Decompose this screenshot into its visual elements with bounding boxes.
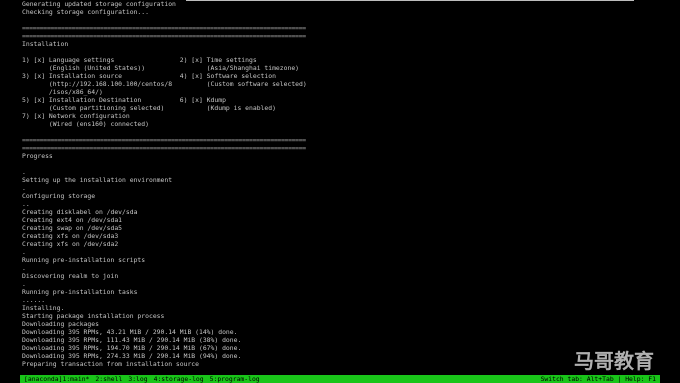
console-line: Downloading 395 RPMs, 194.70 MiB / 290.1… xyxy=(22,344,242,352)
tab-main[interactable]: [anaconda]1:main* xyxy=(24,375,89,383)
console-line: ========================================… xyxy=(22,32,306,40)
console-line: Progress xyxy=(22,152,53,160)
terminal-screen: Generating updated storage configuration… xyxy=(0,0,680,383)
console-line: Downloading packages xyxy=(22,320,99,328)
tab-storage-log[interactable]: 4:storage-log xyxy=(154,375,204,383)
console-line: Installing. xyxy=(22,304,65,312)
console-line: ...... xyxy=(22,296,46,304)
console-line: /isos/x86_64/) xyxy=(22,88,103,96)
console-line: . xyxy=(22,264,26,272)
watermark: 马哥教育 xyxy=(574,349,654,373)
console-line: (http://192.168.100.100/centos/8 (Custom… xyxy=(22,80,307,88)
console-line: . xyxy=(22,168,26,176)
tab-program-log[interactable]: 5:program-log xyxy=(210,375,260,383)
console-line: Creating disklabel on /dev/sda xyxy=(22,208,138,216)
keyboard-hint: Switch tab: Alt+Tab | Help: F1 xyxy=(540,375,656,383)
console-line: Checking storage configuration... xyxy=(22,8,149,16)
console-line: . xyxy=(22,280,26,288)
console-line: Generating updated storage configuration xyxy=(22,0,176,8)
console-line: . xyxy=(22,184,26,192)
console-line: Creating ext4 on /dev/sda1 xyxy=(22,216,123,224)
watermark-text: 马哥教育 xyxy=(574,349,654,373)
console-line: ========================================… xyxy=(22,24,306,32)
console-line: ========================================… xyxy=(22,144,306,152)
console-line: Running pre-installation scripts xyxy=(22,256,146,264)
console-line: Downloading 395 RPMs, 274.33 MiB / 290.1… xyxy=(22,352,242,360)
console-line: Creating xfs on /dev/sda2 xyxy=(22,240,119,248)
console-line: Creating xfs on /dev/sda3 xyxy=(22,232,119,240)
console-line: Creating swap on /dev/sda5 xyxy=(22,224,123,232)
console-line: (Wired (ens160) connected) xyxy=(22,120,149,128)
console-line: 5) [x] Installation Destination 6) [x] K… xyxy=(22,96,226,104)
console-line: Configuring storage xyxy=(22,192,96,200)
tab-log[interactable]: 3:log xyxy=(128,375,147,383)
console-line: Starting package installation process xyxy=(22,312,165,320)
console-line: Downloading 395 RPMs, 111.43 MiB / 290.1… xyxy=(22,336,242,344)
console-line: 3) [x] Installation source 4) [x] Softwa… xyxy=(22,72,276,80)
window-tabs: [anaconda]1:main* 2:shell 3:log 4:storag… xyxy=(24,375,260,383)
console-line: Downloading 395 RPMs, 43.21 MiB / 290.14… xyxy=(22,328,238,336)
console-line: (English (United States)) (Asia/Shanghai… xyxy=(22,64,300,72)
console-line: . xyxy=(22,248,26,256)
tmux-status-bar: [anaconda]1:main* 2:shell 3:log 4:storag… xyxy=(20,375,660,383)
console-output: Generating updated storage configuration… xyxy=(22,0,622,368)
console-line: .. xyxy=(22,200,30,208)
console-line: Running pre-installation tasks xyxy=(22,288,138,296)
console-line: Installation xyxy=(22,40,69,48)
console-line: 7) [x] Network configuration xyxy=(22,112,130,120)
console-line: ========================================… xyxy=(22,136,306,144)
console-line: Setting up the installation environment xyxy=(22,176,173,184)
console-line: (Custom partitioning selected) (Kdump is… xyxy=(22,104,276,112)
console-line: Preparing transaction from installation … xyxy=(22,360,199,368)
tab-shell[interactable]: 2:shell xyxy=(95,375,122,383)
console-line: 1) [x] Language settings 2) [x] Time set… xyxy=(22,56,257,64)
console-line: Discovering realm to join xyxy=(22,272,119,280)
